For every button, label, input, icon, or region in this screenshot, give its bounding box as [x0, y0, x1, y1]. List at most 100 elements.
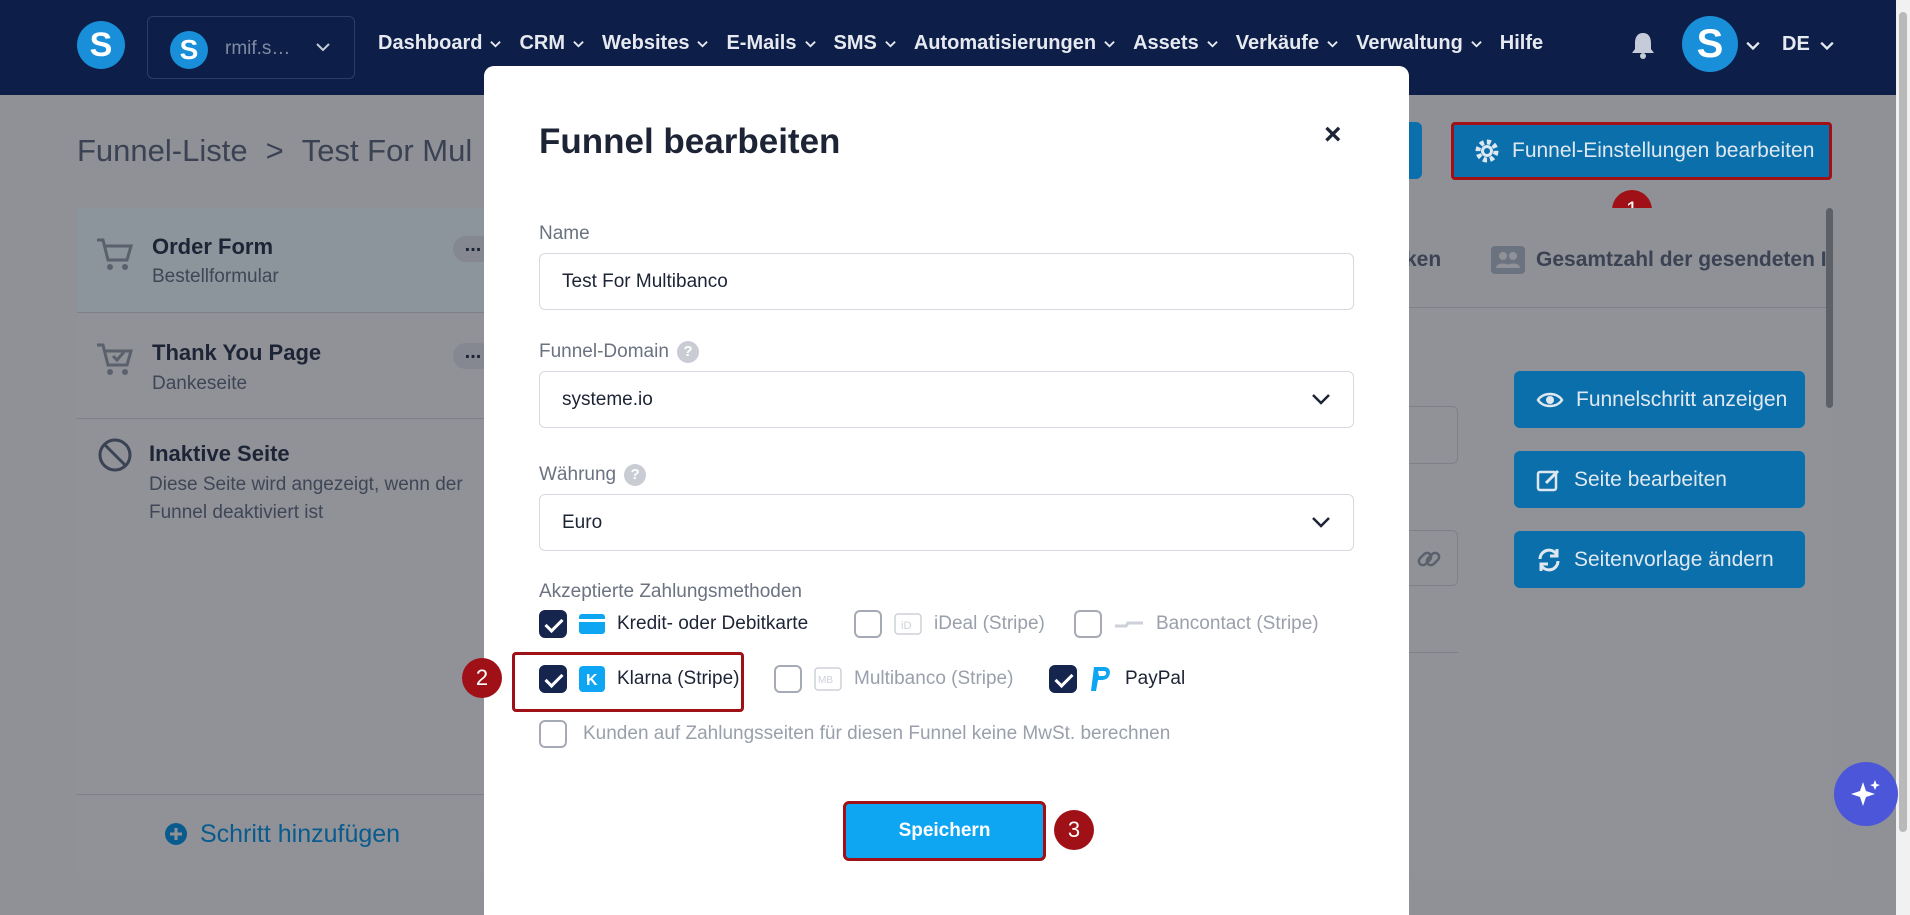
help-icon[interactable]: ? — [624, 464, 647, 486]
copy-link-field[interactable] — [1405, 530, 1458, 586]
main-menu: Dashboard CRM Websites E-Mails SMS Autom… — [378, 32, 1543, 55]
name-input[interactable]: Test For Multibanco — [539, 253, 1354, 310]
breadcrumb-separator: > — [265, 133, 284, 168]
menu-label: CRM — [519, 32, 566, 54]
page-scrollbar[interactable] — [1896, 0, 1910, 915]
edit-funnel-settings-button[interactable]: Funnel-Einstellungen bearbeiten — [1451, 122, 1832, 180]
systeme-logo[interactable]: S — [77, 21, 125, 69]
multibanco-label: Multibanco (Stripe) — [854, 668, 1014, 689]
step-order-form[interactable]: Order Form Bestellformular ... — [77, 208, 493, 313]
paypal-checkbox[interactable] — [1049, 665, 1077, 693]
edit-funnel-modal: Funnel bearbeiten × Name Test For Multib… — [462, 66, 1409, 915]
chevron-down-icon — [490, 41, 502, 48]
help-icon[interactable]: ? — [676, 341, 699, 363]
user-avatar[interactable]: S — [1682, 16, 1738, 72]
multibanco-checkbox[interactable] — [774, 665, 802, 693]
panel-scrollbar[interactable] — [1826, 208, 1833, 408]
no-vat-option[interactable]: Kunden auf Zahlungsseiten für diesen Fun… — [539, 720, 1170, 748]
menu-label: Verkäufe — [1235, 32, 1320, 54]
breadcrumb-current: Test For Mul — [301, 133, 473, 168]
save-button[interactable]: Speichern — [843, 801, 1046, 861]
payment-methods-label-text: Akzeptierte Zahlungsmethoden — [539, 581, 802, 602]
currency-value: Euro — [562, 511, 603, 533]
workspace-avatar: S — [170, 31, 208, 69]
menu-assets[interactable]: Assets — [1133, 32, 1218, 55]
menu-help[interactable]: Hilfe — [1500, 32, 1543, 55]
bancontact-label: Bancontact (Stripe) — [1156, 613, 1319, 634]
ideal-checkbox[interactable] — [854, 610, 882, 638]
payment-methods-label: Akzeptierte Zahlungsmethoden — [539, 581, 802, 603]
chevron-down-icon — [697, 41, 709, 48]
bell-icon[interactable] — [1630, 31, 1656, 59]
menu-websites[interactable]: Websites — [602, 32, 709, 55]
menu-label: SMS — [833, 32, 877, 54]
edit-page-button[interactable]: Seite bearbeiten — [1514, 451, 1805, 508]
modal-title: Funnel bearbeiten — [539, 122, 841, 161]
change-template-label: Seitenvorlage ändern — [1574, 547, 1774, 571]
chevron-down-icon[interactable] — [1746, 38, 1760, 52]
chevron-down-icon — [1312, 517, 1330, 528]
change-template-button[interactable]: Seitenvorlage ändern — [1514, 531, 1805, 588]
menu-automations[interactable]: Automatisierungen — [914, 32, 1115, 55]
menu-management[interactable]: Verwaltung — [1356, 32, 1482, 55]
menu-crm[interactable]: CRM — [519, 32, 584, 55]
ai-assistant-button[interactable] — [1834, 762, 1898, 826]
stats-tab-total[interactable]: Gesamtzahl der gesendeten I — [1536, 248, 1827, 272]
step-title: Thank You Page — [152, 340, 322, 365]
ideal-icon: iD — [894, 613, 922, 635]
highlight-klarna — [512, 652, 744, 712]
edit-icon — [1536, 469, 1560, 491]
page-scrollbar-thumb[interactable] — [1899, 12, 1907, 832]
svg-text:iD: iD — [901, 620, 911, 632]
menu-label: Dashboard — [378, 32, 483, 54]
step-inactive-page[interactable]: Inaktive Seite Diese Seite wird angezeig… — [77, 419, 487, 549]
workspace-switcher[interactable]: S rmif.s… — [147, 16, 355, 79]
card-checkbox[interactable] — [539, 610, 567, 638]
workspace-name: rmif.s… — [225, 38, 291, 59]
menu-dashboard[interactable]: Dashboard — [378, 32, 502, 55]
users-icon — [1491, 246, 1525, 274]
currency-select[interactable]: Euro — [539, 494, 1354, 551]
bancontact-checkbox[interactable] — [1074, 610, 1102, 638]
menu-label: Websites — [602, 32, 690, 54]
currency-label: Währung? — [539, 464, 647, 486]
name-label-text: Name — [539, 223, 590, 244]
view-step-button[interactable]: Funnelschritt anzeigen — [1514, 371, 1805, 428]
payment-card[interactable]: Kredit- oder Debitkarte — [539, 610, 808, 638]
card-label: Kredit- oder Debitkarte — [617, 613, 809, 634]
no-vat-checkbox[interactable] — [539, 720, 567, 748]
chevron-down-icon — [1206, 41, 1218, 48]
menu-sms[interactable]: SMS — [834, 32, 896, 55]
menu-sales[interactable]: Verkäufe — [1236, 32, 1338, 55]
chevron-down-icon — [1312, 394, 1330, 405]
funnel-steps-panel: Order Form Bestellformular ... Thank You… — [77, 208, 493, 873]
chevron-down-icon — [1327, 41, 1338, 48]
step-title: Order Form — [152, 234, 274, 259]
credit-card-icon — [579, 614, 605, 634]
ban-icon — [98, 438, 132, 472]
add-step-button[interactable]: Schritt hinzufügen — [77, 794, 487, 873]
url-field-fragment[interactable] — [1405, 406, 1458, 464]
edit-page-label: Seite bearbeiten — [1574, 467, 1727, 491]
multibanco-icon: MB — [814, 667, 842, 691]
domain-label: Funnel-Domain? — [539, 341, 699, 363]
payment-ideal[interactable]: iD iDeal (Stripe) — [854, 610, 1045, 638]
step-thank-you[interactable]: Thank You Page Dankeseite ... — [77, 313, 493, 419]
link-icon[interactable] — [1415, 545, 1443, 573]
menu-emails[interactable]: E-Mails — [726, 32, 816, 55]
payment-paypal[interactable]: PayPal — [1049, 665, 1185, 693]
domain-label-text: Funnel-Domain — [539, 341, 669, 362]
stats-tabs: ken Gesamtzahl der gesendeten I — [1405, 208, 1832, 308]
payment-multibanco[interactable]: MB Multibanco (Stripe) — [774, 665, 1013, 693]
domain-select[interactable]: systeme.io — [539, 371, 1354, 428]
step-title: Inaktive Seite — [149, 441, 290, 466]
breadcrumb-root[interactable]: Funnel-Liste — [77, 133, 248, 169]
breadcrumb: Funnel-Liste > Test For Mul — [77, 133, 472, 169]
language-selector[interactable]: DE — [1782, 33, 1834, 56]
close-icon[interactable]: × — [1324, 118, 1342, 152]
stats-tab-partial[interactable]: ken — [1405, 248, 1441, 272]
menu-label: Automatisierungen — [913, 32, 1097, 54]
eye-icon — [1536, 392, 1564, 407]
payment-bancontact[interactable]: Bancontact (Stripe) — [1074, 610, 1319, 638]
language-label: DE — [1782, 33, 1810, 55]
